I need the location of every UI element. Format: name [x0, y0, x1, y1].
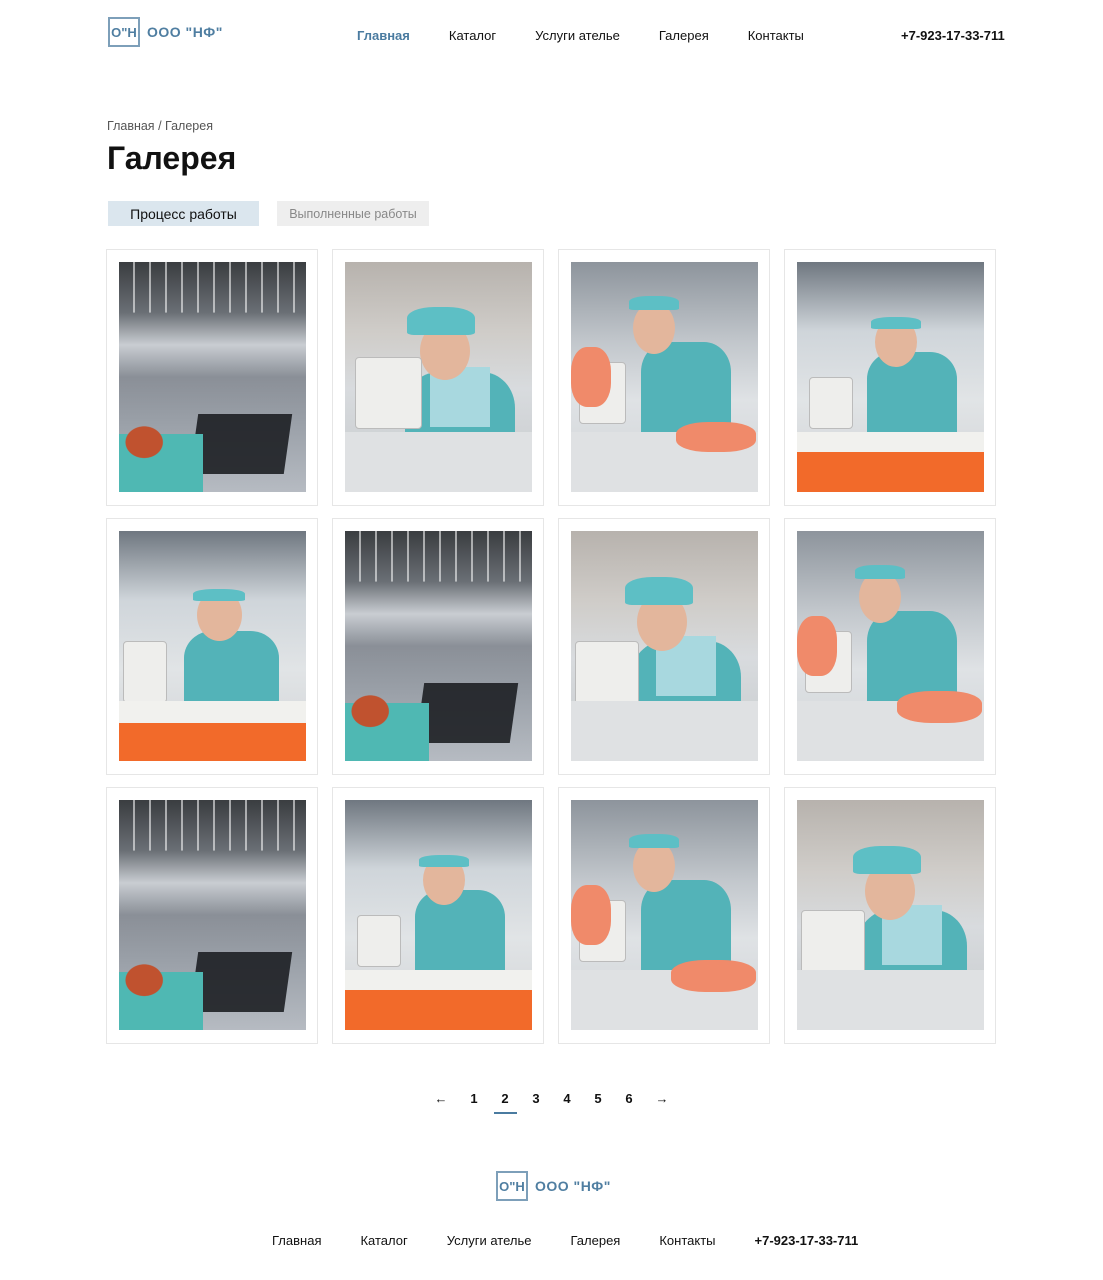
gallery-card[interactable] [558, 787, 770, 1044]
footer-logo[interactable]: О"Н ООО "НФ" [496, 1171, 611, 1201]
footer-nav: Главная Каталог Услуги ателье Галерея Ко… [272, 1233, 858, 1248]
pagination-page-current[interactable]: 2 [490, 1090, 521, 1114]
header-logo[interactable]: О"Н ООО "НФ" [108, 17, 223, 47]
nav-item-contacts[interactable]: Контакты [748, 28, 804, 43]
pagination-page[interactable]: 6 [614, 1090, 645, 1114]
site-header: О"Н ООО "НФ" Главная Каталог Услуги ател… [0, 0, 1103, 70]
breadcrumb: Главная / Галерея [107, 119, 213, 133]
pagination-page[interactable]: 4 [552, 1090, 583, 1114]
gallery-card[interactable] [106, 787, 318, 1044]
gallery-photo [571, 800, 758, 1030]
pagination-page[interactable]: 5 [583, 1090, 614, 1114]
arrow-left-icon: ← [434, 1091, 448, 1106]
gallery-photo [119, 800, 306, 1030]
gallery-card[interactable] [106, 249, 318, 506]
gallery-photo [345, 800, 532, 1030]
footer-phone[interactable]: +7-923-17-33-711 [755, 1233, 859, 1248]
logo-mark: О"Н [496, 1171, 528, 1201]
footer-nav-services[interactable]: Услуги ателье [447, 1233, 532, 1248]
breadcrumb-current: Галерея [165, 119, 213, 133]
breadcrumb-separator: / [158, 119, 162, 133]
gallery-photo [345, 262, 532, 492]
gallery-photo [797, 262, 984, 492]
gallery-photo [797, 800, 984, 1030]
gallery-card[interactable] [558, 249, 770, 506]
gallery-photo [797, 531, 984, 761]
nav-item-catalog[interactable]: Каталог [449, 28, 496, 43]
footer-nav-contacts[interactable]: Контакты [659, 1233, 715, 1248]
logo-text: ООО "НФ" [535, 1178, 611, 1194]
logo-text: ООО "НФ" [147, 24, 223, 40]
gallery-card[interactable] [784, 249, 996, 506]
breadcrumb-home[interactable]: Главная [107, 119, 155, 133]
pagination-page[interactable]: 3 [521, 1090, 552, 1114]
header-phone[interactable]: +7-923-17-33-711 [901, 28, 1005, 43]
gallery-card[interactable] [784, 787, 996, 1044]
gallery-card[interactable] [784, 518, 996, 775]
gallery-photo [571, 262, 758, 492]
tab-work-process[interactable]: Процесс работы [108, 201, 259, 226]
photo-gallery [106, 249, 996, 1044]
gallery-photo [345, 531, 532, 761]
footer-nav-catalog[interactable]: Каталог [360, 1233, 407, 1248]
arrow-right-icon: → [655, 1091, 669, 1106]
gallery-card[interactable] [332, 518, 544, 775]
pagination-page[interactable]: 1 [459, 1090, 490, 1114]
nav-item-services[interactable]: Услуги ателье [535, 28, 620, 43]
footer-nav-gallery[interactable]: Галерея [570, 1233, 620, 1248]
gallery-photo [571, 531, 758, 761]
pagination-prev[interactable]: ← [426, 1090, 457, 1114]
gallery-photo [119, 262, 306, 492]
gallery-photo [119, 531, 306, 761]
tab-completed-works[interactable]: Выполненные работы [277, 201, 429, 226]
page-title: Галерея [107, 140, 237, 176]
gallery-card[interactable] [106, 518, 318, 775]
pagination-next[interactable]: → [647, 1090, 678, 1114]
logo-mark: О"Н [108, 17, 140, 47]
footer-nav-home[interactable]: Главная [272, 1233, 321, 1248]
gallery-card[interactable] [558, 518, 770, 775]
nav-item-gallery[interactable]: Галерея [659, 28, 709, 43]
gallery-tabs: Процесс работы Выполненные работы [108, 201, 429, 226]
pagination: ← 1 2 3 4 5 6 → [0, 1090, 1103, 1114]
gallery-card[interactable] [332, 249, 544, 506]
gallery-card[interactable] [332, 787, 544, 1044]
main-nav: Главная Каталог Услуги ателье Галерея Ко… [357, 28, 804, 43]
nav-item-home[interactable]: Главная [357, 28, 410, 43]
